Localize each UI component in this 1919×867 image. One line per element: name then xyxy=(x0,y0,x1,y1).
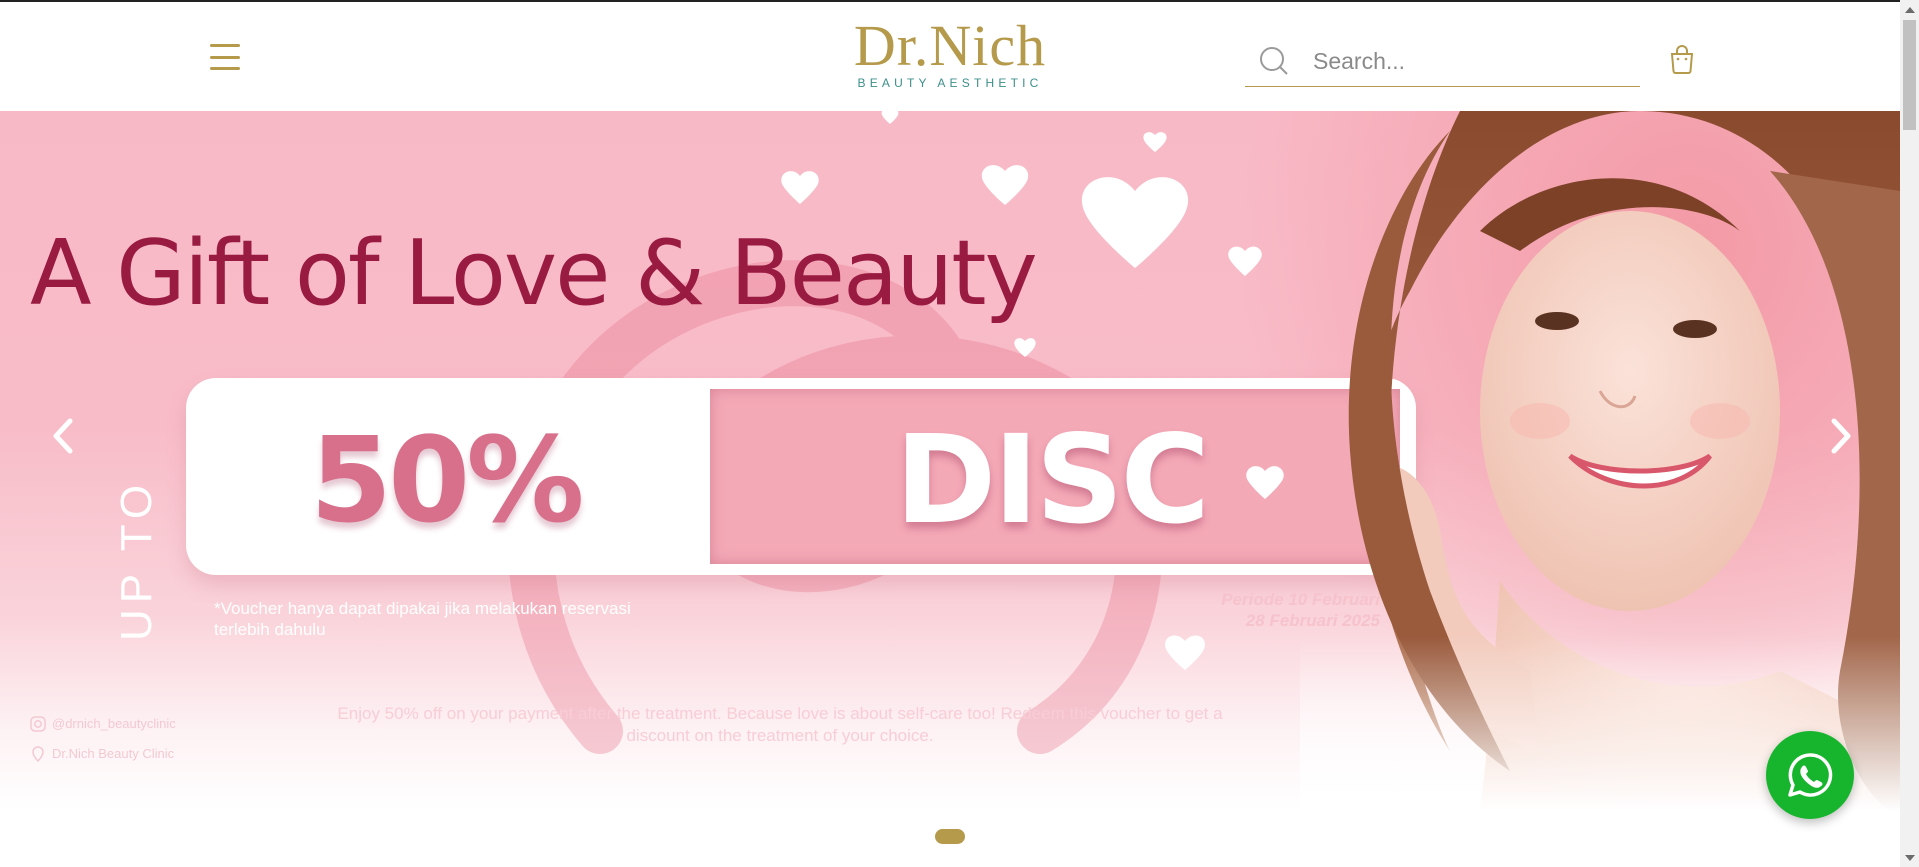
banner-title: A Gift of Love & Beauty xyxy=(30,221,1038,326)
site-header: Dr.Nich BEAUTY AESTHETIC xyxy=(0,2,1900,112)
discount-word: DISC xyxy=(895,409,1210,551)
hamburger-menu-icon[interactable] xyxy=(210,44,240,70)
logo-wordmark: Dr.Nich xyxy=(853,13,1047,78)
location-name: Dr.Nich Beauty Clinic xyxy=(52,746,175,761)
up-to-label: UP TO xyxy=(112,478,161,641)
carousel-indicator-active[interactable] xyxy=(935,829,965,844)
search-input[interactable] xyxy=(1311,46,1615,76)
scroll-down-arrow-icon[interactable] xyxy=(1905,855,1915,861)
whatsapp-chat-button[interactable] xyxy=(1766,731,1854,819)
location-pin-icon xyxy=(32,746,44,762)
scrollbar-thumb[interactable] xyxy=(1903,20,1916,130)
scroll-up-arrow-icon[interactable] xyxy=(1905,7,1915,13)
model-photo xyxy=(1300,111,1900,811)
instagram-handle: @drnich_beautyclinic xyxy=(52,716,176,731)
search-bar xyxy=(1245,36,1640,87)
social-info: @drnich_beautyclinic Dr.Nich Beauty Clin… xyxy=(30,709,176,769)
whatsapp-icon xyxy=(1788,753,1833,797)
search-icon[interactable] xyxy=(1259,46,1289,76)
instagram-icon xyxy=(30,716,46,732)
previous-slide-arrow-icon[interactable] xyxy=(44,411,84,461)
hero-banner[interactable]: A Gift of Love & Beauty UP TO 50% DISC *… xyxy=(0,111,1900,811)
voucher-note: *Voucher hanya dapat dipakai jika melaku… xyxy=(214,599,631,639)
instagram-row: @drnich_beautyclinic xyxy=(30,709,176,739)
site-logo[interactable]: Dr.Nich BEAUTY AESTHETIC xyxy=(850,13,1050,91)
shopping-bag-icon[interactable] xyxy=(1668,44,1696,74)
logo-tagline: BEAUTY AESTHETIC xyxy=(857,76,1043,90)
vertical-scrollbar[interactable] xyxy=(1900,0,1919,867)
next-slide-arrow-icon[interactable] xyxy=(1820,411,1860,461)
promo-description: Enjoy 50% off on your payment after the … xyxy=(337,704,1223,745)
location-row: Dr.Nich Beauty Clinic xyxy=(30,739,176,769)
discount-percentage: 50% xyxy=(310,411,584,549)
